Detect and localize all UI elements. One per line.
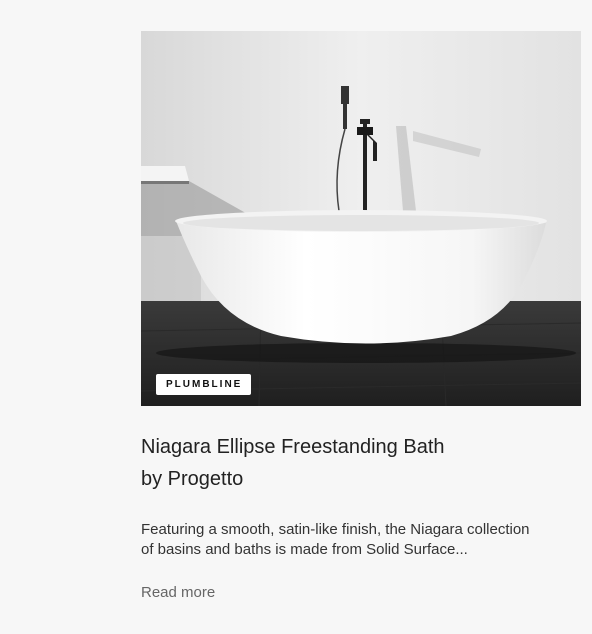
- article-excerpt: Featuring a smooth, satin-like finish, t…: [141, 520, 581, 560]
- article-title[interactable]: Niagara Ellipse Freestanding Bath by Pro…: [141, 431, 581, 495]
- bathtub-photo: [141, 31, 581, 406]
- article-excerpt-line-2: of basins and baths is made from Solid S…: [141, 541, 468, 558]
- article-excerpt-line-1: Featuring a smooth, satin-like finish, t…: [141, 521, 530, 538]
- article-title-line-2: by Progetto: [141, 468, 244, 490]
- article-image[interactable]: PLUMBLINE: [141, 31, 581, 406]
- category-badge[interactable]: PLUMBLINE: [156, 374, 252, 395]
- read-more-link[interactable]: Read more: [141, 584, 215, 601]
- article-card: PLUMBLINE Niagara Ellipse Freestanding B…: [141, 31, 581, 602]
- article-title-line-1: Niagara Ellipse Freestanding Bath: [141, 436, 445, 458]
